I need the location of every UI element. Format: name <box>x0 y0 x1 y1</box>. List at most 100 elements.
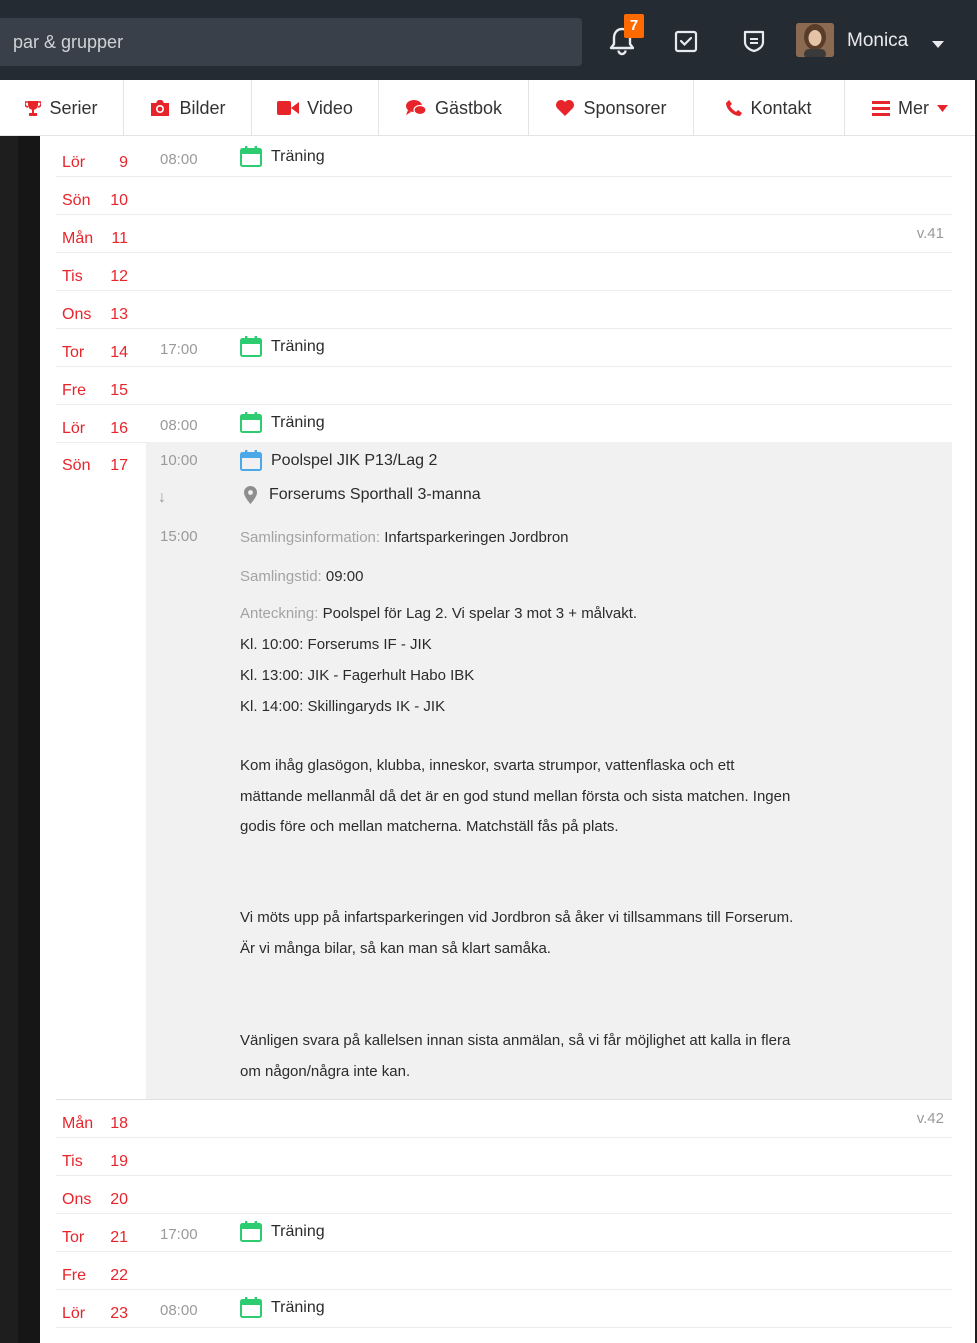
event-name: Träning <box>271 1298 325 1316</box>
nav-gastbok[interactable]: Gästbok <box>379 80 529 136</box>
calendar-row: Lör 16 08:00 Träning <box>56 405 952 443</box>
samlingsinformation-value: Infartsparkeringen Jordbron <box>384 529 569 546</box>
day-number: 14 <box>110 344 128 361</box>
event-link[interactable]: Träning <box>240 146 325 167</box>
event-time: 17:00 <box>160 1226 198 1243</box>
nav-kontakt-label: Kontakt <box>750 97 812 118</box>
note-first-line: Poolspel för Lag 2. Vi spelar 3 mot 3 + … <box>322 605 638 622</box>
notification-badge: 7 <box>624 14 644 38</box>
event-name: Träning <box>271 147 325 165</box>
samlingstid-label: Samlingstid: <box>240 568 322 585</box>
nav-sponsorer-label: Sponsorer <box>583 97 667 118</box>
trophy-icon <box>25 100 42 116</box>
video-icon <box>277 101 300 115</box>
left-strip <box>18 136 40 1343</box>
top-bar: par & grupper 7 Monica <box>0 0 977 80</box>
event-time: 17:00 <box>160 341 198 358</box>
day-number: 23 <box>110 1305 128 1322</box>
day-number: 21 <box>110 1229 128 1246</box>
nav-video[interactable]: Video <box>252 80 379 136</box>
event-title: Poolspel JIK P13/Lag 2 <box>271 451 438 469</box>
nav-serier[interactable]: Serier <box>0 80 124 136</box>
note-label: Anteckning: <box>240 605 319 622</box>
day-number: 10 <box>110 192 128 209</box>
note-paragraph-3: Vänligen svara på kallelsen innan sista … <box>240 1032 791 1080</box>
nav-bilder[interactable]: Bilder <box>124 80 252 136</box>
calendar-row: Lör 9 08:00 Träning <box>56 139 952 177</box>
chevron-down-icon <box>937 104 948 112</box>
nav-video-label: Video <box>307 97 353 118</box>
calendar-icon <box>240 450 262 471</box>
nav-kontakt[interactable]: Kontakt <box>694 80 845 136</box>
day-number: 9 <box>119 154 128 171</box>
calendar-row: Ons 20 <box>56 1176 952 1214</box>
note-line: Kl. 10:00: Forserums IF - JIK <box>240 636 432 653</box>
avatar[interactable] <box>796 23 834 57</box>
note-paragraph-1: Kom ihåg glasögon, klubba, inneskor, sva… <box>240 757 791 835</box>
calendar-row: Fre 22 <box>56 1252 952 1290</box>
calendar-row: Fre 15 <box>56 367 952 405</box>
calendar-row: Mån 18 v.42 <box>56 1100 952 1138</box>
calendar-row: Sön 10 <box>56 177 952 215</box>
map-pin-icon <box>244 486 257 504</box>
nav-serier-label: Serier <box>49 97 98 118</box>
event-title-link[interactable]: Poolspel JIK P13/Lag 2 <box>240 450 437 471</box>
nav-bilder-label: Bilder <box>179 97 226 118</box>
note-line: Kl. 14:00: Skillingaryds IK - JIK <box>240 698 446 715</box>
event-link[interactable]: Träning <box>240 1297 325 1318</box>
calendar-row: Lör 23 08:00 Träning <box>56 1290 952 1328</box>
calendar-row: Tor 14 17:00 Träning <box>56 329 952 367</box>
menu-icon <box>872 100 890 116</box>
event-link[interactable]: Träning <box>240 1221 325 1242</box>
user-name[interactable]: Monica <box>847 30 908 52</box>
note-line: Kl. 13:00: JIK - Fagerhult Habo IBK <box>240 667 475 684</box>
calendar-row: Tis 19 <box>56 1138 952 1176</box>
calendar-icon <box>240 336 262 357</box>
calendar-icon <box>240 146 262 167</box>
event-location[interactable]: Forserums Sporthall 3-manna <box>244 486 481 504</box>
camera-icon <box>151 100 170 116</box>
day-number: 12 <box>110 268 128 285</box>
day-number: 22 <box>110 1267 128 1284</box>
nav-mer[interactable]: Mer <box>845 80 975 136</box>
time-range-arrow: ↓ <box>158 489 166 506</box>
note-paragraph-2: Vi möts upp på infartsparkeringen vid Jo… <box>240 909 794 957</box>
calendar-row: Tis 12 <box>56 253 952 291</box>
event-link[interactable]: Träning <box>240 336 325 357</box>
samlingstid: Samlingstid: 09:00 <box>240 561 363 592</box>
chat-bubbles-icon <box>405 100 427 116</box>
nav-gastbok-label: Gästbok <box>434 97 503 118</box>
event-name: Träning <box>271 413 325 431</box>
week-number: v.42 <box>916 1110 944 1127</box>
event-end-time: 15:00 <box>160 528 198 545</box>
chevron-down-icon[interactable] <box>932 36 944 54</box>
event-link[interactable]: Träning <box>240 412 325 433</box>
day-number: 16 <box>110 420 128 437</box>
day-number: 11 <box>111 230 128 247</box>
day-number: 18 <box>110 1115 128 1132</box>
calendar-row: Ons 13 <box>56 291 952 329</box>
event-time: 08:00 <box>160 151 198 168</box>
calendar-icon <box>240 1297 262 1318</box>
samlingsinformation: Samlingsinformation: Infartsparkeringen … <box>240 522 569 553</box>
calendar-icon <box>240 1221 262 1242</box>
event-name: Träning <box>271 337 325 355</box>
event-time: 08:00 <box>160 1302 198 1319</box>
event-time: 08:00 <box>160 417 198 434</box>
phone-icon <box>726 100 743 116</box>
club-nav: Serier Bilder Video Gästbok Sponsorer Ko… <box>0 80 975 136</box>
calendar-icon <box>240 412 262 433</box>
tasks-checkbox-icon[interactable] <box>670 22 702 60</box>
nav-mer-label: Mer <box>898 97 929 118</box>
location-name: Forserums Sporthall 3-manna <box>269 486 481 503</box>
day-number: 15 <box>110 382 128 399</box>
search-input[interactable]: par & grupper <box>0 18 582 66</box>
day-number: 13 <box>110 306 128 323</box>
samlingstid-value: 09:00 <box>325 568 364 585</box>
day-number: 19 <box>110 1153 128 1170</box>
event-name: Träning <box>271 1222 325 1240</box>
calendar-row: Mån 11 v.41 <box>56 215 952 253</box>
nav-sponsorer[interactable]: Sponsorer <box>529 80 694 136</box>
samlingsinformation-label: Samlingsinformation: <box>240 529 381 546</box>
shield-icon[interactable] <box>738 22 770 60</box>
